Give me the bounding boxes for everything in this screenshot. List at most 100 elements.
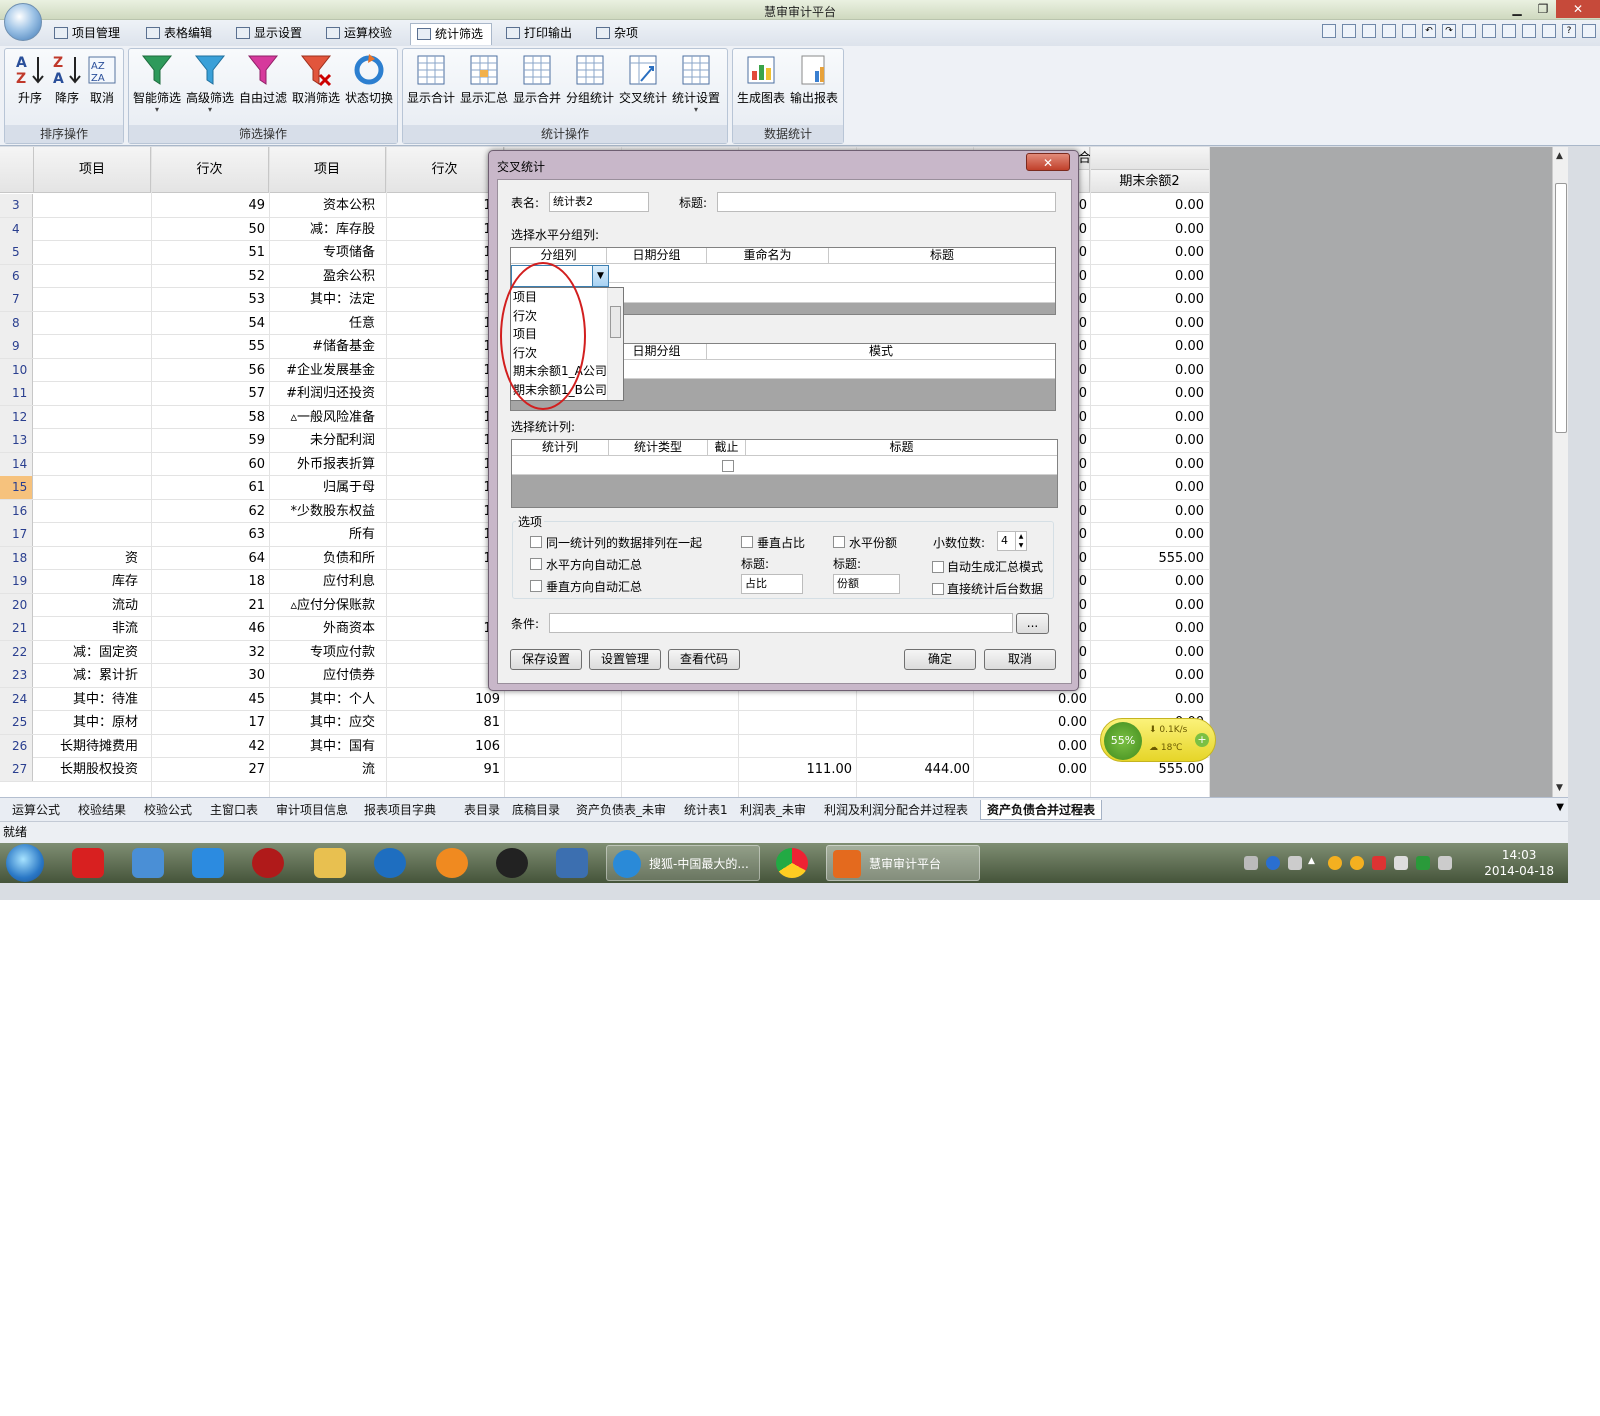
- table-cell[interactable]: 12: [387, 453, 500, 476]
- keyboard-icon[interactable]: [1244, 856, 1258, 870]
- table-cell[interactable]: 32: [152, 641, 265, 664]
- table-cell[interactable]: 18: [152, 570, 265, 593]
- condition-input[interactable]: [549, 613, 1013, 633]
- ratio-title-input[interactable]: 占比: [741, 574, 803, 594]
- table-cell[interactable]: 0.00: [1092, 429, 1204, 452]
- table-cell[interactable]: 非流: [34, 617, 138, 640]
- sheet-tab[interactable]: 审计项目信息: [270, 800, 354, 820]
- table-cell[interactable]: 52: [152, 265, 265, 288]
- close-button[interactable]: ✕: [1556, 0, 1600, 18]
- table-cell[interactable]: 12: [387, 476, 500, 499]
- table-cell[interactable]: 减：固定资: [34, 641, 138, 664]
- table-cell[interactable]: 11: [387, 218, 500, 241]
- table-cell[interactable]: 109: [387, 688, 500, 711]
- table-cell[interactable]: 所有: [269, 523, 375, 546]
- table-cell[interactable]: 0.00: [1092, 523, 1204, 546]
- save-icon[interactable]: [1462, 24, 1476, 38]
- row-number[interactable]: 17: [0, 523, 33, 546]
- table-cell[interactable]: 长期待摊费用: [34, 735, 138, 758]
- table-cell[interactable]: 45: [152, 688, 265, 711]
- table-cell[interactable]: 0.00: [1092, 312, 1204, 335]
- chevron-down-icon[interactable]: ▼: [592, 266, 608, 286]
- table-cell[interactable]: [858, 735, 970, 758]
- table-cell[interactable]: 81: [387, 711, 500, 734]
- table-cell[interactable]: 其中：法定: [269, 288, 375, 311]
- table-cell[interactable]: 11: [387, 617, 500, 640]
- table-cell[interactable]: 444.00: [858, 758, 971, 781]
- sheet-tab[interactable]: 底稿目录: [506, 800, 566, 820]
- table-cell[interactable]: 0.00: [1092, 194, 1204, 217]
- row-number[interactable]: 4: [0, 217, 33, 241]
- table-cell[interactable]: [34, 453, 138, 476]
- dropdown-item[interactable]: 行次: [513, 344, 607, 363]
- column-header-blank[interactable]: [1090, 147, 1210, 170]
- dock-icon[interactable]: [1582, 24, 1596, 38]
- table-cell[interactable]: 0.00: [1092, 594, 1204, 617]
- table-cell[interactable]: 专项储备: [269, 241, 375, 264]
- print-icon[interactable]: [1502, 24, 1516, 38]
- table-cell[interactable]: 56: [152, 359, 265, 382]
- list-icon[interactable]: [1402, 24, 1416, 38]
- dropdown-item[interactable]: 项目: [513, 288, 607, 307]
- table-cell[interactable]: 55: [152, 335, 265, 358]
- dropdown-item[interactable]: 期末余额1_A公司: [513, 362, 607, 381]
- table-cell[interactable]: ▵应付分保账款: [269, 594, 375, 617]
- table-cell[interactable]: 12: [387, 547, 500, 570]
- table-cell[interactable]: 8: [387, 594, 500, 617]
- table-cell[interactable]: #储备基金: [269, 335, 375, 358]
- table-cell[interactable]: 11: [387, 194, 500, 217]
- table-cell[interactable]: 其中：个人: [269, 688, 375, 711]
- spinner-arrows-icon[interactable]: ▲ ▼: [1015, 532, 1026, 550]
- table-cell[interactable]: 60: [152, 453, 265, 476]
- view-code-button[interactable]: 查看代码: [668, 649, 740, 670]
- table-cell[interactable]: 17: [152, 711, 265, 734]
- table-cell[interactable]: 0.00: [1092, 664, 1204, 687]
- volume-icon[interactable]: [1438, 856, 1452, 870]
- table-cell[interactable]: 12: [387, 523, 500, 546]
- condition-ellipsis-button[interactable]: ...: [1016, 613, 1049, 634]
- cutoff-checkbox[interactable]: [722, 460, 734, 472]
- row-number[interactable]: 7: [0, 288, 33, 311]
- dropdown-scroll-thumb[interactable]: [610, 306, 621, 338]
- table-cell[interactable]: 0.00: [1092, 241, 1204, 264]
- plus-icon[interactable]: +: [1195, 733, 1209, 747]
- table-row[interactable]: 26长期待摊费用42其中：国有1060.000.00: [0, 734, 1210, 758]
- row-number[interactable]: 12: [0, 405, 33, 429]
- free-filter-button[interactable]: 自由过滤: [238, 53, 288, 115]
- table-row[interactable]: 24 其中：待准 45 其中：个人 109 0.00 0.00: [0, 687, 1210, 711]
- minimize-button[interactable]: ▁: [1504, 0, 1530, 18]
- table-cell[interactable]: [34, 476, 138, 499]
- table-cell[interactable]: [34, 382, 138, 405]
- export-report-button[interactable]: 输出报表: [789, 53, 839, 115]
- table-cell[interactable]: ▵一般风险准备: [269, 406, 375, 429]
- table-cell[interactable]: 9: [387, 664, 500, 687]
- table-cell[interactable]: 归属于母: [269, 476, 375, 499]
- column-header-item[interactable]: 项目: [34, 147, 151, 193]
- sheet-tab[interactable]: 表目录: [458, 800, 506, 820]
- row-number[interactable]: 26: [0, 734, 33, 758]
- video-icon[interactable]: [374, 848, 406, 878]
- dropdown-item[interactable]: 期末余额1_B公司: [513, 381, 607, 400]
- clear-filter-button[interactable]: 取消筛选: [291, 53, 341, 115]
- generate-chart-button[interactable]: 生成图表: [736, 53, 786, 115]
- sheet-tab[interactable]: 资产负债表_未审: [570, 800, 672, 820]
- table-cell[interactable]: 应付债券: [269, 664, 375, 687]
- table-cell[interactable]: 12: [387, 429, 500, 452]
- qq-icon[interactable]: [496, 848, 528, 878]
- save-settings-button[interactable]: 保存设置: [510, 649, 582, 670]
- table-cell[interactable]: [34, 335, 138, 358]
- cancel-sort-button[interactable]: AZ ZA 取消: [77, 53, 127, 115]
- row-number[interactable]: 5: [0, 241, 33, 264]
- table-cell[interactable]: [34, 288, 138, 311]
- table-cell[interactable]: 减：累计折: [34, 664, 138, 687]
- sheet-tab[interactable]: 报表项目字典: [358, 800, 442, 820]
- table-cell[interactable]: 9: [387, 641, 500, 664]
- network-icon[interactable]: [1394, 856, 1408, 870]
- stat-row[interactable]: [512, 456, 1057, 475]
- table-cell[interactable]: [858, 711, 970, 734]
- table-cell[interactable]: 减：库存股: [269, 218, 375, 241]
- table-cell[interactable]: #企业发展基金: [269, 359, 375, 382]
- table-cell[interactable]: 0.00: [1092, 500, 1204, 523]
- check-icon[interactable]: [1382, 24, 1396, 38]
- table-cell[interactable]: 0.00: [1092, 476, 1204, 499]
